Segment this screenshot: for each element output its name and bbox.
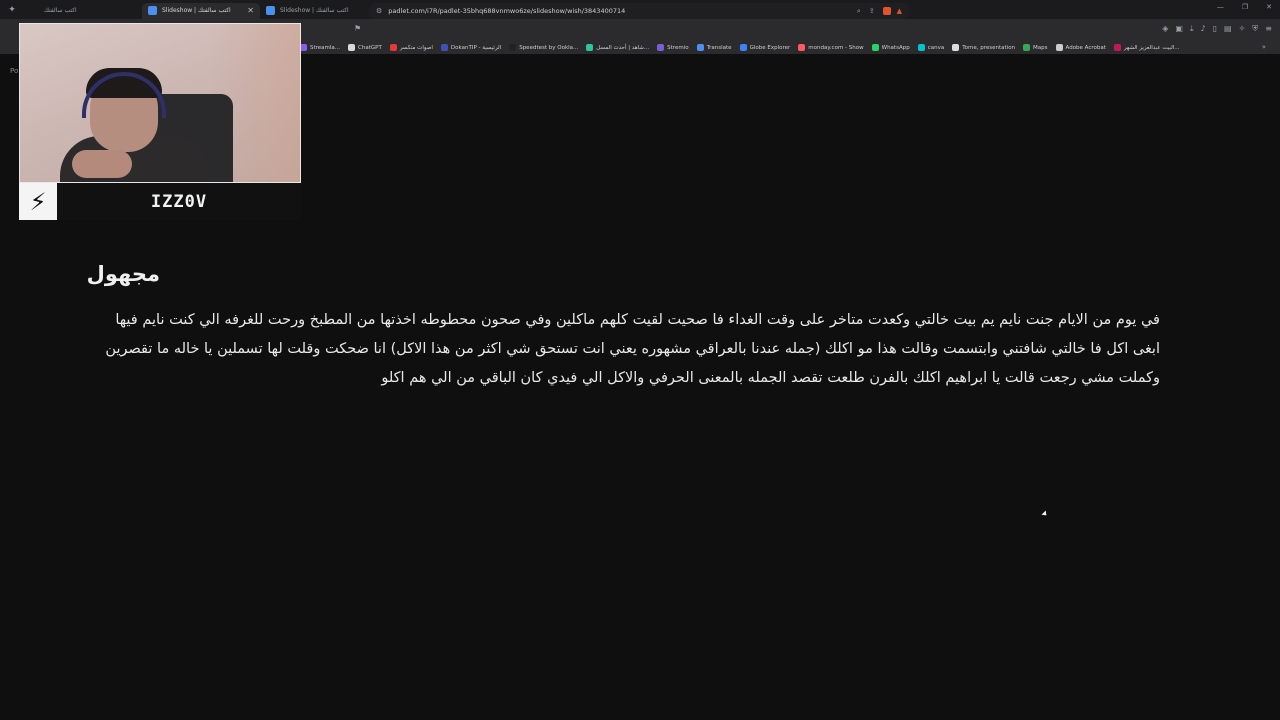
bookmark-item[interactable]: Stremio [657,44,689,51]
bookmark-favicon-icon [389,44,397,51]
bookmark-favicon-icon [1023,44,1031,51]
bookmark-item[interactable]: Tome, presentation [952,44,1015,51]
rewards-icon[interactable]: ▲ [897,7,902,15]
bookmark-favicon-icon [348,44,356,51]
minimize-icon[interactable]: — [1217,3,1224,11]
zoom-icon[interactable]: ⌕ [857,7,861,16]
bookmark-favicon-icon [739,44,747,51]
more-bookmarks-icon[interactable]: » [1262,43,1266,51]
close-tab-icon[interactable]: ✕ [247,6,254,15]
bookmark-label: ChatGPT [358,44,382,51]
url-text[interactable]: padlet.com/i7R/padlet-35bhq688vnmwo6ze/s… [388,7,849,15]
bookmark-item[interactable]: Globe Explorer [739,44,791,51]
bookmark-label: Translate [706,44,732,51]
bookmark-item[interactable]: Maps [1023,44,1048,51]
tab-favicon [30,6,39,15]
bookmark-favicon-icon [798,44,806,51]
bookmark-label: شاهد | أحدث المسل... [596,44,650,51]
bookmark-item[interactable]: Translate [696,44,732,51]
bookmark-favicon-icon [917,44,925,51]
bookmark-label: monday.com - Show [808,44,864,51]
tab-menu-icon[interactable]: ✦ [0,5,24,15]
slideshow-favicon-icon [148,6,157,15]
lightning-logo: ⚡ [19,183,57,220]
bookmark-label: Speedtest by Ookla... [519,44,579,51]
bookmark-favicon-icon [657,44,665,51]
tab-title: اكتب سالفتك [44,7,77,14]
slideshow-favicon-icon [266,6,275,15]
bookmark-item[interactable]: canva [917,44,945,51]
webcam-feed [19,23,301,183]
bookmark-item[interactable]: Adobe Acrobat [1055,44,1106,51]
vpn-icon[interactable]: ⛨ [1252,24,1258,34]
bookmark-label: Globe Explorer [749,44,791,51]
streamer-namebar: ⚡ IZZ0V [19,183,301,220]
bookmark-favicon-icon [696,44,704,51]
bookmark-item[interactable]: البيت عبدالعزيز الشهر... [1113,44,1180,51]
post-body: في يوم من الايام جنت نايم يم بيت خالتي و… [100,306,1160,393]
close-window-icon[interactable]: ✕ [1266,3,1272,11]
menu-icon[interactable]: ≡ [1265,24,1272,34]
bookmark-item[interactable]: DokanTIP - الرئيسية [440,44,502,51]
toolbar-right: ◈ ▣ ⤓ ♪ ▯ ▤ ✧ ⛨ ≡ [1162,24,1272,34]
bookmark-item[interactable]: Speedtest by Ookla... [509,44,578,51]
bookmark-label: Maps [1033,44,1048,51]
streamer-name: IZZ0V [150,191,208,212]
post-line: في يوم من الايام جنت نايم يم بيت خالتي و… [115,312,1160,328]
bookmark-label: canva [927,44,945,51]
bookmark-icon[interactable]: ⚑ [354,24,361,33]
bookmark-favicon-icon [509,44,517,51]
tab-2[interactable]: Slideshow | اكتب سالفتك [260,3,378,19]
bookmark-favicon-icon [440,44,448,51]
bookmark-label: Streamla... [310,44,341,51]
brave-shields-icon[interactable] [882,7,891,15]
post-line: وكملت مشي رجعت قالت يا ابراهيم اكلك بالف… [381,370,1160,386]
bookmark-favicon-icon [586,44,594,51]
post-line: ابغى اكل فا خالتي شافتني وابتسمت وقالت ه… [105,341,1160,357]
tab-title: Slideshow | اكتب سالفتك [280,7,349,14]
page-stub-text: Po [10,67,19,75]
bookmark-favicon-icon [1055,44,1063,51]
bookmark-label: DokanTIP - الرئيسية [450,44,502,51]
bookmark-item[interactable]: WhatsApp [871,44,910,51]
bookmark-item[interactable]: شاهد | أحدث المسل... [586,44,649,51]
bookmark-item[interactable]: ChatGPT [348,44,382,51]
bookmark-favicon-icon [952,44,960,51]
bookmark-label: اصوات متكسر [399,44,433,51]
bookmark-item[interactable]: اصوات متكسر [389,44,433,51]
person-hand [72,150,132,178]
bookmark-item[interactable]: monday.com - Show [798,44,864,51]
bookmark-item[interactable]: Streamla... [300,44,340,51]
bookmark-label: البيت عبدالعزيز الشهر... [1123,44,1180,51]
tab-0[interactable]: اكتب سالفتك [24,3,142,19]
leo-icon[interactable]: ✧ [1239,24,1246,34]
site-info-icon[interactable]: ⚙ [376,7,382,15]
tab-1[interactable]: Slideshow | اكتب سالفتك ✕ [142,2,260,19]
wallet-icon[interactable]: ▤ [1224,24,1232,34]
bookmark-label: Stremio [667,44,689,51]
sidebar-icon[interactable]: ▯ [1213,24,1217,34]
restore-icon[interactable]: ❐ [1242,3,1248,11]
extension-icon[interactable]: ▣ [1175,24,1183,34]
bookmark-label: WhatsApp [881,44,910,51]
bookmark-favicon-icon [300,44,307,51]
music-icon[interactable]: ♪ [1201,24,1206,34]
extension-icon[interactable]: ◈ [1162,24,1168,34]
bookmark-label: Adobe Acrobat [1065,44,1106,51]
window-controls: — ❐ ✕ [1217,3,1272,11]
share-icon[interactable]: ⇪ [869,7,875,15]
post-title: مجهول [86,262,160,286]
address-bar[interactable]: ⚙ padlet.com/i7R/padlet-35bhq688vnmwo6ze… [368,3,910,19]
bookmark-label: Tome, presentation [962,44,1016,51]
download-icon[interactable]: ⤓ [1190,24,1194,34]
bookmark-favicon-icon [871,44,879,51]
bookmark-favicon-icon [1113,44,1121,51]
webcam-overlay: ⚡ IZZ0V [19,23,301,220]
lightning-icon: ⚡ [29,187,47,216]
tab-title: Slideshow | اكتب سالفتك [162,7,231,14]
